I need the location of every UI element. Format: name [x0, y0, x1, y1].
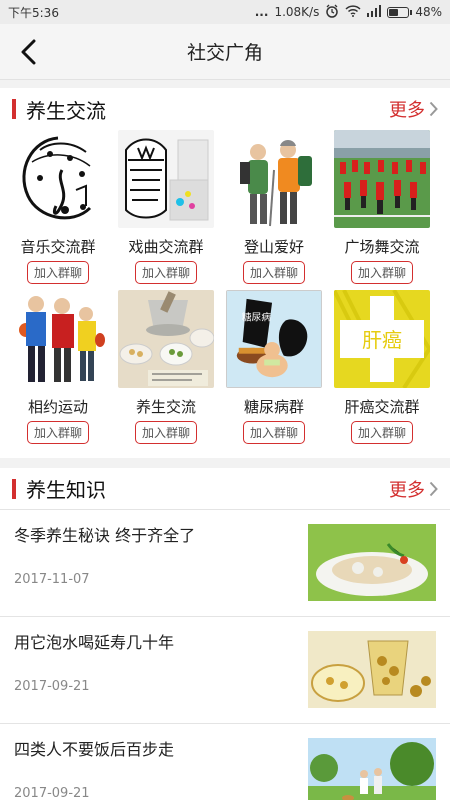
group-card-opera[interactable]: 戏曲交流群 加入群聊: [112, 130, 220, 284]
group-card-diabetes[interactable]: 糖尿病 糖尿病群 加入群聊: [220, 290, 328, 444]
group-thumbnail: [118, 130, 214, 228]
status-dots: ...: [254, 5, 269, 19]
group-thumbnail: [226, 130, 322, 228]
group-thumbnail: [10, 130, 106, 228]
group-card-liver-cancer[interactable]: 肝癌 肝癌交流群 加入群聊: [328, 290, 436, 444]
join-group-button[interactable]: 加入群聊: [242, 261, 305, 284]
group-grid: 音乐交流群 加入群聊 戏曲交流群 加入群聊 登山爱好 加入群聊 广场舞交流 加入…: [0, 130, 450, 450]
liver-cancer-thumb-label: 肝癌: [362, 328, 402, 352]
group-thumbnail: [118, 290, 214, 388]
article-thumbnail: [308, 524, 436, 601]
knowledge-section-title: 养生知识: [26, 478, 106, 502]
group-name: 养生交流: [135, 398, 196, 416]
more-label: 更多: [389, 479, 425, 501]
article-item[interactable]: 用它泡水喝延寿几十年 2017-09-21: [0, 617, 450, 724]
group-thumbnail: 糖尿病: [226, 290, 322, 388]
group-card-health[interactable]: 养生交流 加入群聊: [112, 290, 220, 444]
group-name: 戏曲交流群: [128, 238, 204, 256]
chevron-right-icon: [429, 481, 438, 496]
knowledge-section: 养生知识 更多 冬季养生秘诀 终于齐全了 2017-11-07 用它泡水喝延寿几…: [0, 468, 450, 800]
page-title: 社交广角: [186, 42, 263, 64]
status-time: 下午5:36: [8, 5, 59, 20]
groups-section-title: 养生交流: [26, 98, 106, 123]
article-date: 2017-11-07: [14, 572, 90, 587]
article-date: 2017-09-21: [14, 786, 90, 800]
article-title: 用它泡水喝延寿几十年: [14, 633, 175, 652]
join-group-button[interactable]: 加入群聊: [350, 421, 413, 444]
group-name: 肝癌交流群: [344, 398, 420, 416]
group-thumbnail: 肝癌: [334, 290, 430, 388]
article-thumbnail: [308, 738, 436, 800]
article-title: 冬季养生秘诀 终于齐全了: [14, 526, 196, 545]
group-card-hiking[interactable]: 登山爱好 加入群聊: [220, 130, 328, 284]
article-thumbnail: [308, 631, 436, 708]
group-name: 糖尿病群: [243, 398, 304, 416]
status-icons: ... 1.08K/s 48%: [255, 4, 442, 21]
join-group-button[interactable]: 加入群聊: [134, 261, 197, 284]
group-card-music[interactable]: 音乐交流群 加入群聊: [4, 130, 112, 284]
groups-more-button[interactable]: 更多: [389, 96, 438, 122]
join-group-button[interactable]: 加入群聊: [350, 261, 413, 284]
article-title: 四类人不要饭后百步走: [14, 740, 175, 759]
diabetes-thumb-label: 糖尿病: [242, 310, 272, 323]
network-speed: 1.08K/s: [274, 5, 320, 19]
back-button[interactable]: [12, 36, 44, 68]
groups-section: 养生交流 更多 音乐交流群 加入群聊 戏曲交流群 加入群聊 登山爱好 加入群聊 …: [0, 88, 450, 458]
battery-icon: [387, 6, 413, 18]
alarm-icon: [325, 4, 339, 21]
group-name: 登山爱好: [243, 238, 304, 256]
section-accent-bar: [12, 478, 16, 499]
knowledge-section-header: 养生知识 更多: [0, 468, 450, 510]
battery-percent: 48%: [415, 5, 442, 19]
status-bar: 下午5:36 ... 1.08K/s 48%: [0, 0, 450, 24]
knowledge-more-button[interactable]: 更多: [389, 476, 438, 502]
article-date: 2017-09-21: [14, 679, 90, 694]
group-name: 相约运动: [27, 398, 88, 416]
join-group-button[interactable]: 加入群聊: [134, 421, 197, 444]
article-item[interactable]: 四类人不要饭后百步走 2017-09-21: [0, 724, 450, 800]
group-card-square-dance[interactable]: 广场舞交流 加入群聊: [328, 130, 436, 284]
group-card-sports[interactable]: 相约运动 加入群聊: [4, 290, 112, 444]
wifi-icon: [345, 4, 361, 20]
group-name: 广场舞交流: [344, 238, 420, 256]
join-group-button[interactable]: 加入群聊: [242, 421, 305, 444]
signal-icon: [367, 4, 382, 20]
article-item[interactable]: 冬季养生秘诀 终于齐全了 2017-11-07: [0, 510, 450, 617]
join-group-button[interactable]: 加入群聊: [26, 261, 89, 284]
section-accent-bar: [12, 99, 16, 119]
group-thumbnail: [334, 130, 430, 228]
back-arrow-icon: [21, 39, 36, 65]
group-thumbnail: [10, 290, 106, 388]
title-bar: 社交广角: [0, 24, 450, 80]
group-name: 音乐交流群: [20, 238, 96, 256]
groups-section-header: 养生交流 更多: [0, 88, 450, 130]
more-label: 更多: [389, 100, 425, 121]
chevron-right-icon: [429, 101, 438, 117]
join-group-button[interactable]: 加入群聊: [26, 421, 89, 444]
